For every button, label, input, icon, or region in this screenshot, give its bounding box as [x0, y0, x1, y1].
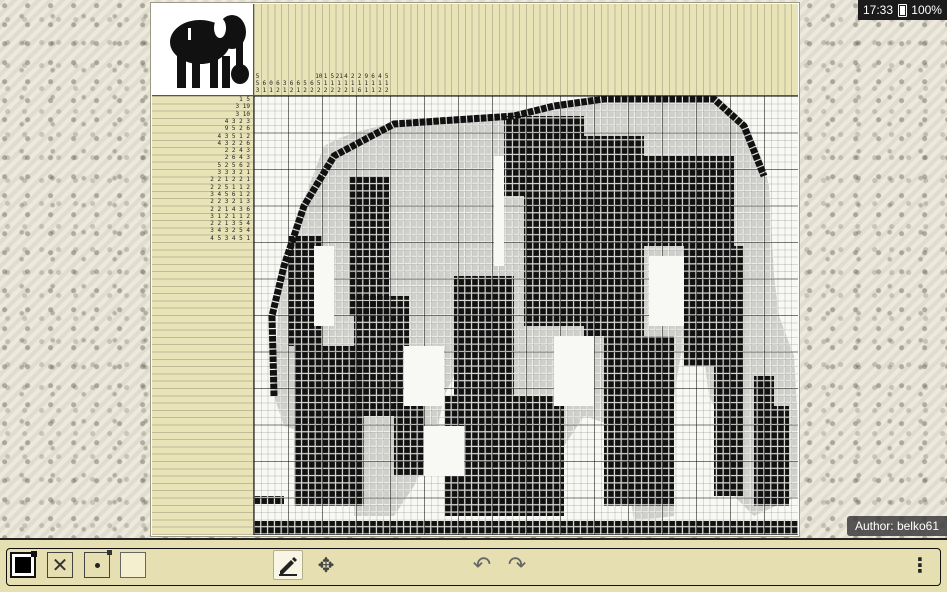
row-clue: 2 2 1 3 5 4: [210, 220, 250, 228]
battery-icon: [897, 3, 907, 17]
dot-icon: [94, 562, 100, 568]
row-clue: 3 3 3 2 1: [217, 169, 250, 176]
nonogram-grid[interactable]: [254, 96, 798, 535]
cross-icon: ✕: [51, 553, 69, 577]
row-clue: 3 4 5 6 1 2: [210, 190, 250, 198]
row-clue: 3 4 3 2 5 4: [210, 227, 250, 235]
undo-arrow-icon: ↶: [472, 552, 492, 578]
row-clue: 5 2 5 6 2: [217, 161, 250, 169]
more-vert-icon: ⋮: [910, 553, 930, 577]
row-clue: 4 3 5 1 2: [217, 132, 250, 140]
row-clue: 2 2 1 4 3 6: [210, 205, 250, 213]
column-clue-number: 5: [255, 73, 260, 80]
move-tool-button[interactable]: ✥: [313, 552, 339, 578]
battery-level: 100%: [911, 3, 942, 17]
move-icon: ✥: [317, 553, 335, 577]
empty-tool-button[interactable]: [120, 552, 146, 578]
redo-arrow-icon: ↷: [507, 552, 527, 578]
row-clue: 2 2 1 2 2 1: [210, 176, 250, 184]
pencil-icon: [279, 557, 297, 576]
column-clues: 5 5 3 6 1 0 1 6 2 3 1 6 2 6 1 5 2 6 2 10 5 2 1 1 2 5 1 2 21 1 2 4 1 2 2 1 1 2…: [254, 4, 798, 96]
puzzle-board: 5 5 3 6 1 0 1 6 2 3 1 6 2 6 1 5 2 6 2 10 5 2 1 1 2 5 1 2 21 1 2 4 1 2 2 1 1 2…: [150, 2, 800, 537]
undo-button[interactable]: ↶: [468, 552, 496, 578]
row-clue: 3 19: [235, 103, 250, 111]
row-clue: 4 3 2 3: [224, 117, 250, 125]
author-label: Author: belko61: [846, 516, 947, 536]
dot-tool-button[interactable]: [84, 550, 112, 578]
column-clue: 512: [383, 73, 390, 94]
row-clue: 4 5 3 4 5 1: [210, 234, 250, 242]
row-clue: 9 5 2 6: [224, 125, 250, 133]
row-clue: 2 6 4 3: [224, 154, 250, 162]
cross-tool-button[interactable]: ✕: [47, 552, 73, 578]
filled-cells: [254, 96, 798, 535]
row-clue: 2 2 5 1 1 2: [210, 183, 250, 191]
preview-image: [170, 15, 249, 88]
fill-icon: [15, 557, 31, 573]
elephant-preview-thumbnail: [152, 4, 254, 96]
pen-tool-button[interactable]: [273, 550, 303, 580]
row-clue: 3 10: [235, 110, 250, 118]
row-clues: 1 53 19 3 10 4 3 2 39 5 2 64 3 5 1 24 3 2 …: [152, 96, 254, 535]
row-clue: 1 5: [239, 96, 250, 103]
status-bar: 17:33 100%: [858, 0, 947, 20]
row-clue: 4 3 2 2 6: [217, 139, 250, 147]
row-clue: 2 2 4 3: [224, 147, 250, 155]
clock: 17:33: [863, 3, 894, 17]
redo-button[interactable]: ↷: [503, 552, 531, 578]
column-clue-number: 1: [384, 80, 389, 87]
bottom-toolbar: ✕ ✥ ↶ ↷ ⋮: [0, 538, 947, 592]
row-clue: 3 1 2 1 1 2: [210, 212, 250, 220]
overflow-menu-button[interactable]: ⋮: [910, 552, 930, 578]
row-clue: 2 2 3 2 1 3: [210, 198, 250, 206]
column-clue-number: 2: [384, 87, 389, 94]
column-clue-number: 5: [384, 73, 389, 80]
fill-tool-button[interactable]: [10, 551, 37, 578]
